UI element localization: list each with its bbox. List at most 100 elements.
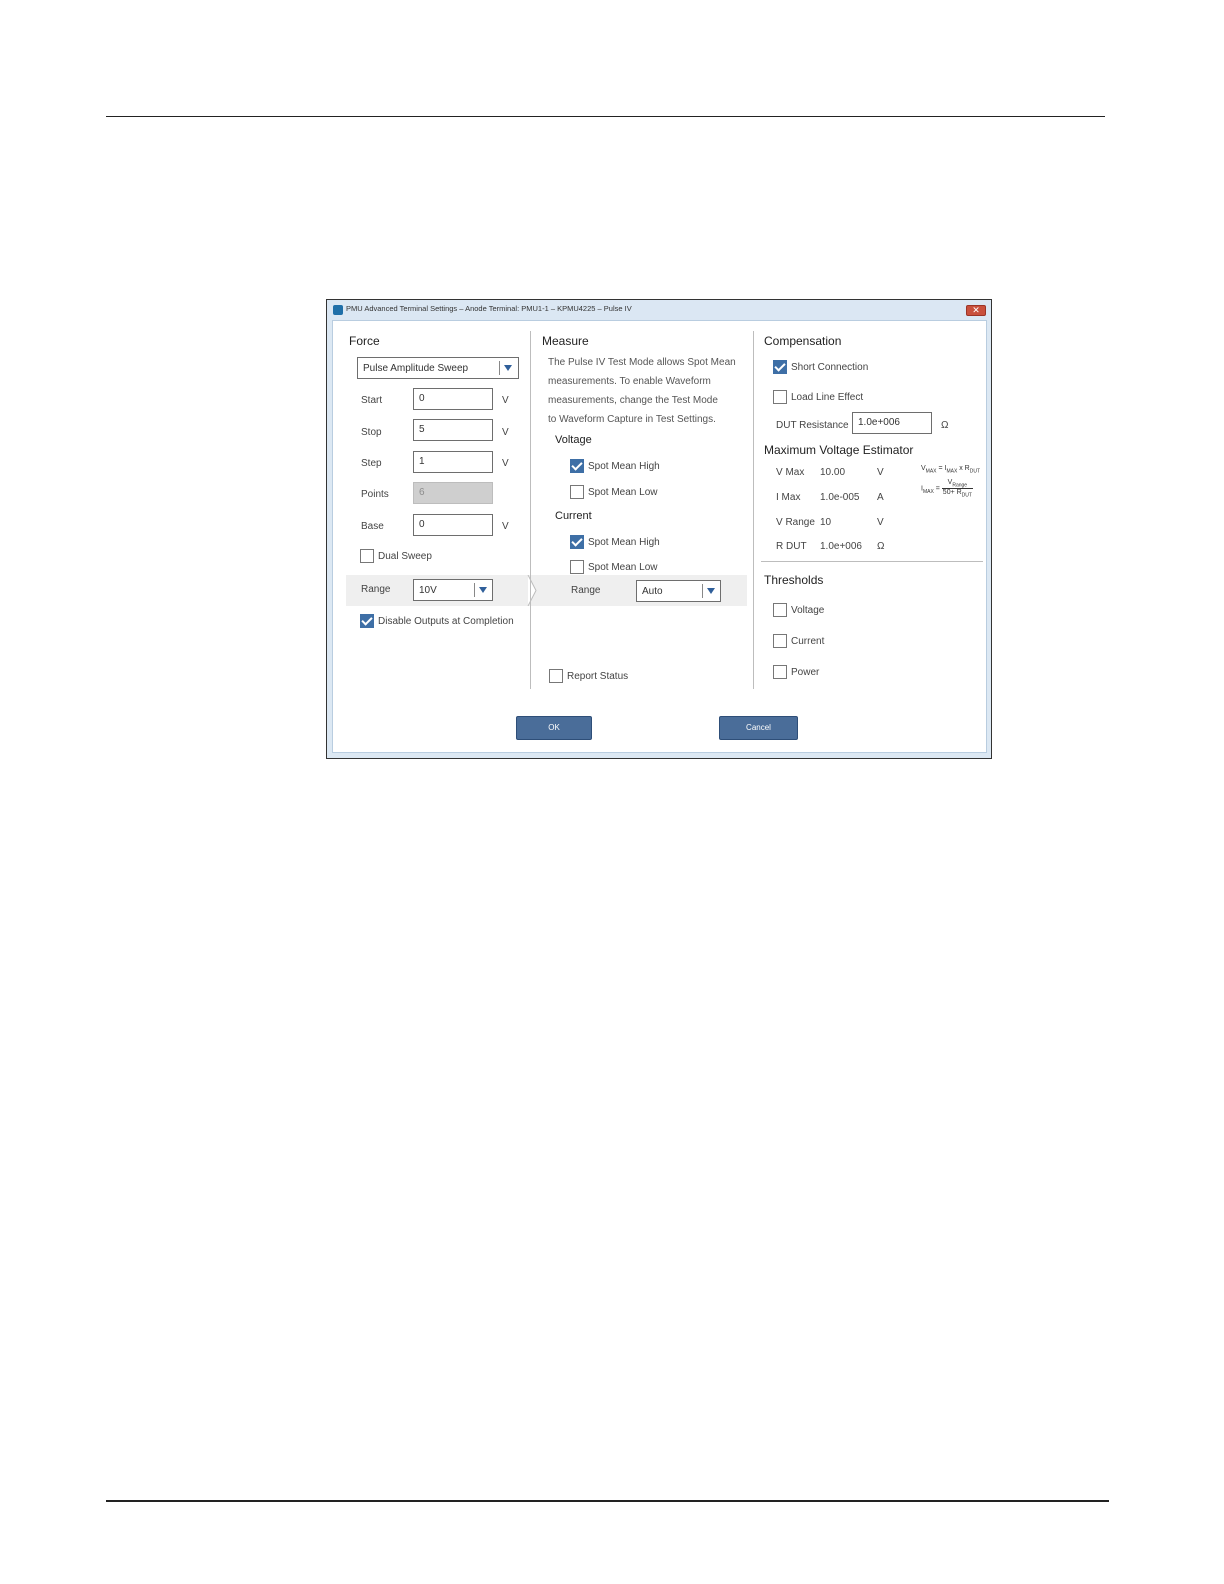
voltage-spot-mean-low-checkbox[interactable] [570,485,584,499]
estimator-unit-rdut: Ω [877,541,885,552]
estimator-value-imax: 1.0e-005 [820,492,860,503]
chevron-down-icon [504,365,512,371]
thresholds-header: Thresholds [764,573,824,587]
chevron-down-icon [707,588,715,594]
info-line-3: measurements, change the Test Mode [548,395,718,406]
formula-times: x R [957,465,970,472]
title-bar: PMU Advanced Terminal Settings – Anode T… [327,300,991,320]
formula-den-sub: DUT [961,492,972,499]
base-unit: V [502,521,509,532]
base-field[interactable]: 0 [413,514,493,536]
threshold-voltage-checkbox[interactable] [773,603,787,617]
compensation-header: Compensation [764,334,842,348]
base-label: Base [361,521,384,532]
report-status-label: Report Status [567,671,629,682]
cancel-button[interactable]: Cancel [719,716,798,740]
formula-imax-sub: MAX [922,489,934,496]
start-label: Start [361,395,383,406]
stop-label: Stop [361,427,382,438]
voltage-spot-mean-low-label: Spot Mean Low [588,487,658,498]
threshold-power-checkbox[interactable] [773,665,787,679]
current-header: Current [555,510,592,522]
formula-eq1: = I [936,465,947,472]
divider-estimator-thresholds [761,561,983,562]
points-field: 6 [413,482,493,504]
threshold-power-label: Power [791,667,820,678]
points-label: Points [361,489,389,500]
force-header: Force [349,334,380,348]
force-mode-value: Pulse Amplitude Sweep [363,363,469,374]
short-connection-label: Short Connection [791,362,869,373]
estimator-label-imax: I Max [776,492,801,503]
estimator-value-rdut: 1.0e+006 [820,541,862,552]
formula-r-sub: DUT [969,468,981,475]
page-bottom-rule [106,1500,1109,1502]
voltage-spot-mean-high-checkbox[interactable] [570,459,584,473]
formula-numerator: VRange [941,479,973,490]
divider-measure-compensation [753,331,754,689]
imax-formula: IMAX = VRange 50+ RDUT [921,479,973,499]
short-connection-checkbox[interactable] [773,360,787,374]
formula-v-sub: MAX [925,468,937,475]
disable-outputs-label: Disable Outputs at Completion [378,616,514,627]
load-line-effect-label: Load Line Effect [791,392,864,403]
select-separator [499,361,500,375]
estimator-value-vmax: 10.00 [820,467,846,478]
vmax-formula: VMAX = IMAX x RDUT [921,465,980,474]
threshold-current-label: Current [791,636,825,647]
stop-field[interactable]: 5 [413,419,493,441]
stop-unit: V [502,427,509,438]
info-line-1: The Pulse IV Test Mode allows Spot Mean [548,357,736,368]
dual-sweep-checkbox[interactable] [360,549,374,563]
estimator-header: Maximum Voltage Estimator [764,443,914,457]
chevron-down-icon [479,587,487,593]
estimator-label-rdut: R DUT [776,541,807,552]
step-field[interactable]: 1 [413,451,493,473]
disable-outputs-checkbox[interactable] [360,614,374,628]
measure-range-value: Auto [642,586,663,597]
formula-i-sub: MAX [946,468,958,475]
measure-header: Measure [542,334,589,348]
force-mode-select[interactable]: Pulse Amplitude Sweep [357,357,519,379]
voltage-header: Voltage [555,434,592,446]
measure-range-label: Range [571,585,601,596]
estimator-value-vrange: 10 [820,517,832,528]
current-spot-mean-low-checkbox[interactable] [570,560,584,574]
measure-range-select[interactable]: Auto [636,580,721,602]
dialog-client: Force Pulse Amplitude Sweep Start 0 V St… [332,320,987,753]
threshold-voltage-label: Voltage [791,605,825,616]
estimator-label-vmax: V Max [776,467,805,478]
info-line-4: to Waveform Capture in Test Settings. [548,414,716,425]
load-line-effect-checkbox[interactable] [773,390,787,404]
step-unit: V [502,458,509,469]
dut-resistance-field[interactable]: 1.0e+006 [852,412,932,434]
formula-fraction: VRange 50+ RDUT [941,479,973,499]
page-top-rule [106,116,1105,117]
current-spot-mean-high-checkbox[interactable] [570,535,584,549]
force-range-select[interactable]: 10V [413,579,493,601]
force-range-value: 10V [419,585,437,596]
voltage-spot-mean-high-label: Spot Mean High [588,461,660,472]
start-field[interactable]: 0 [413,388,493,410]
current-spot-mean-high-label: Spot Mean High [588,537,660,548]
threshold-current-checkbox[interactable] [773,634,787,648]
estimator-unit-vrange: V [877,517,884,528]
start-unit: V [502,395,509,406]
formula-den-text: 50+ R [942,489,962,497]
report-status-checkbox[interactable] [549,669,563,683]
close-button[interactable]: ✕ [966,305,986,316]
current-spot-mean-low-label: Spot Mean Low [588,562,658,573]
info-line-2: measurements. To enable Waveform [548,376,711,387]
ok-button[interactable]: OK [516,716,592,740]
formula-eq2: = [933,485,940,493]
divider-force-measure [530,331,531,689]
step-label: Step [361,458,382,469]
formula-denominator: 50+ RDUT [942,489,973,498]
force-range-label: Range [361,584,391,595]
app-icon [333,305,343,315]
select-separator [474,583,475,597]
dut-resistance-unit: Ω [941,420,949,431]
estimator-label-vrange: V Range [776,517,815,528]
select-separator [702,584,703,598]
measure-info-text: The Pulse IV Test Mode allows Spot Mean … [548,353,748,429]
